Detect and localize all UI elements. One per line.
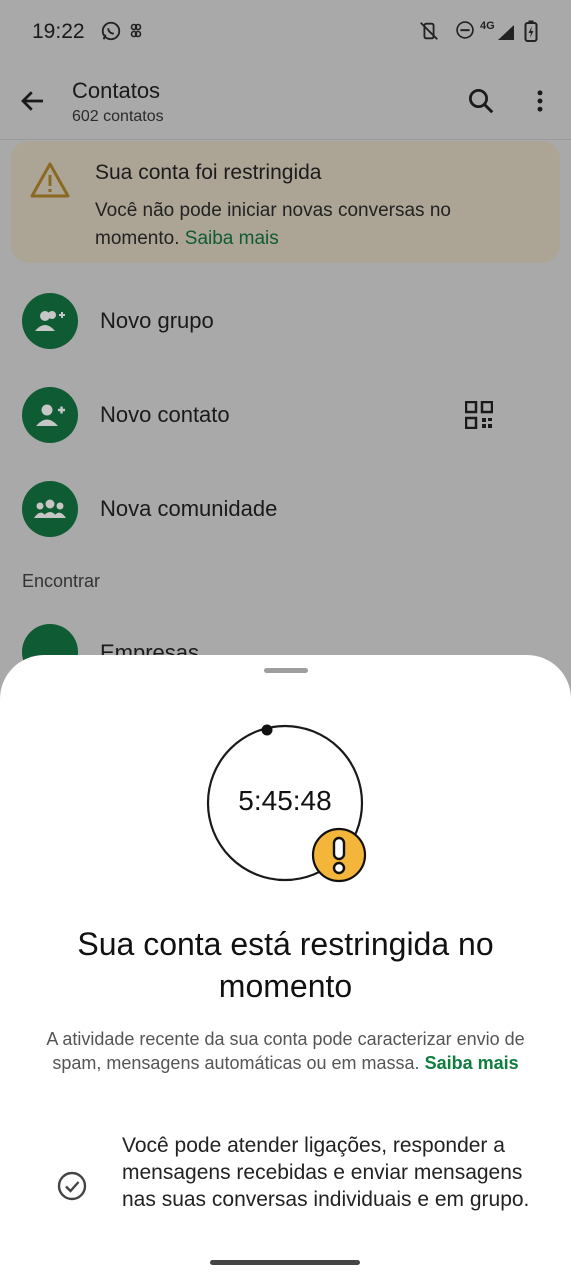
qr-code-icon[interactable] [465, 401, 493, 429]
do-not-disturb-icon [456, 21, 474, 39]
exclamation-badge-icon [311, 827, 367, 883]
sheet-headline: Sua conta está restringida no momento [77, 926, 494, 1004]
sheet-description: A atividade recente da sua conta pode ca… [30, 1027, 541, 1075]
app-bar: Contatos 602 contatos [0, 64, 571, 140]
community-icon [22, 481, 78, 537]
more-vert-icon[interactable] [526, 86, 554, 116]
allowed-actions-text: Você pode atender ligações, responder a … [122, 1134, 530, 1211]
whatsapp-icon [101, 21, 121, 41]
list-item-label: Nova comunidade [100, 496, 278, 521]
banner-title: Sua conta foi restringida [95, 161, 322, 184]
countdown-timer: 5:45:48 [205, 723, 371, 889]
list-item-new-community[interactable]: Nova comunidade [0, 481, 571, 553]
network-type-label: 4G [480, 20, 495, 32]
warning-icon [30, 162, 70, 198]
back-arrow-icon[interactable] [18, 86, 48, 116]
restriction-banner: Sua conta foi restringida Você não pode … [11, 141, 560, 263]
list-item-label: Novo contato [100, 402, 230, 427]
person-add-icon [22, 387, 78, 443]
status-bar: 19:22 4G [0, 0, 571, 64]
restriction-bottom-sheet: 5:45:48 Sua conta está restringida no mo… [0, 655, 571, 1280]
list-item-label: Novo grupo [100, 308, 214, 333]
notification-icon [130, 23, 142, 38]
page-title: Contatos [72, 78, 161, 103]
battery-charging-icon [524, 20, 538, 42]
check-circle-icon [57, 1171, 87, 1201]
allowed-actions-info: Você pode atender ligações, responder a … [0, 1132, 571, 1242]
list-item-new-group[interactable]: Novo grupo [0, 293, 571, 365]
timer-value: 5:45:48 [238, 785, 332, 816]
contacts-count: 602 contatos [72, 108, 164, 125]
status-time: 19:22 [32, 20, 85, 43]
banner-learn-more-link[interactable]: Saiba mais [185, 228, 279, 249]
search-icon[interactable] [466, 86, 496, 116]
gesture-nav-bar[interactable] [210, 1260, 360, 1265]
group-add-icon [22, 293, 78, 349]
banner-text: Você não pode iniciar novas conversas no… [95, 197, 535, 253]
sheet-drag-handle[interactable] [264, 668, 308, 673]
learn-more-link[interactable]: Saiba mais [425, 1053, 519, 1073]
signal-4g-icon [498, 25, 514, 40]
section-header-find: Encontrar [22, 571, 101, 591]
list-item-new-contact[interactable]: Novo contato [0, 387, 571, 459]
vibrate-off-icon [420, 22, 438, 40]
